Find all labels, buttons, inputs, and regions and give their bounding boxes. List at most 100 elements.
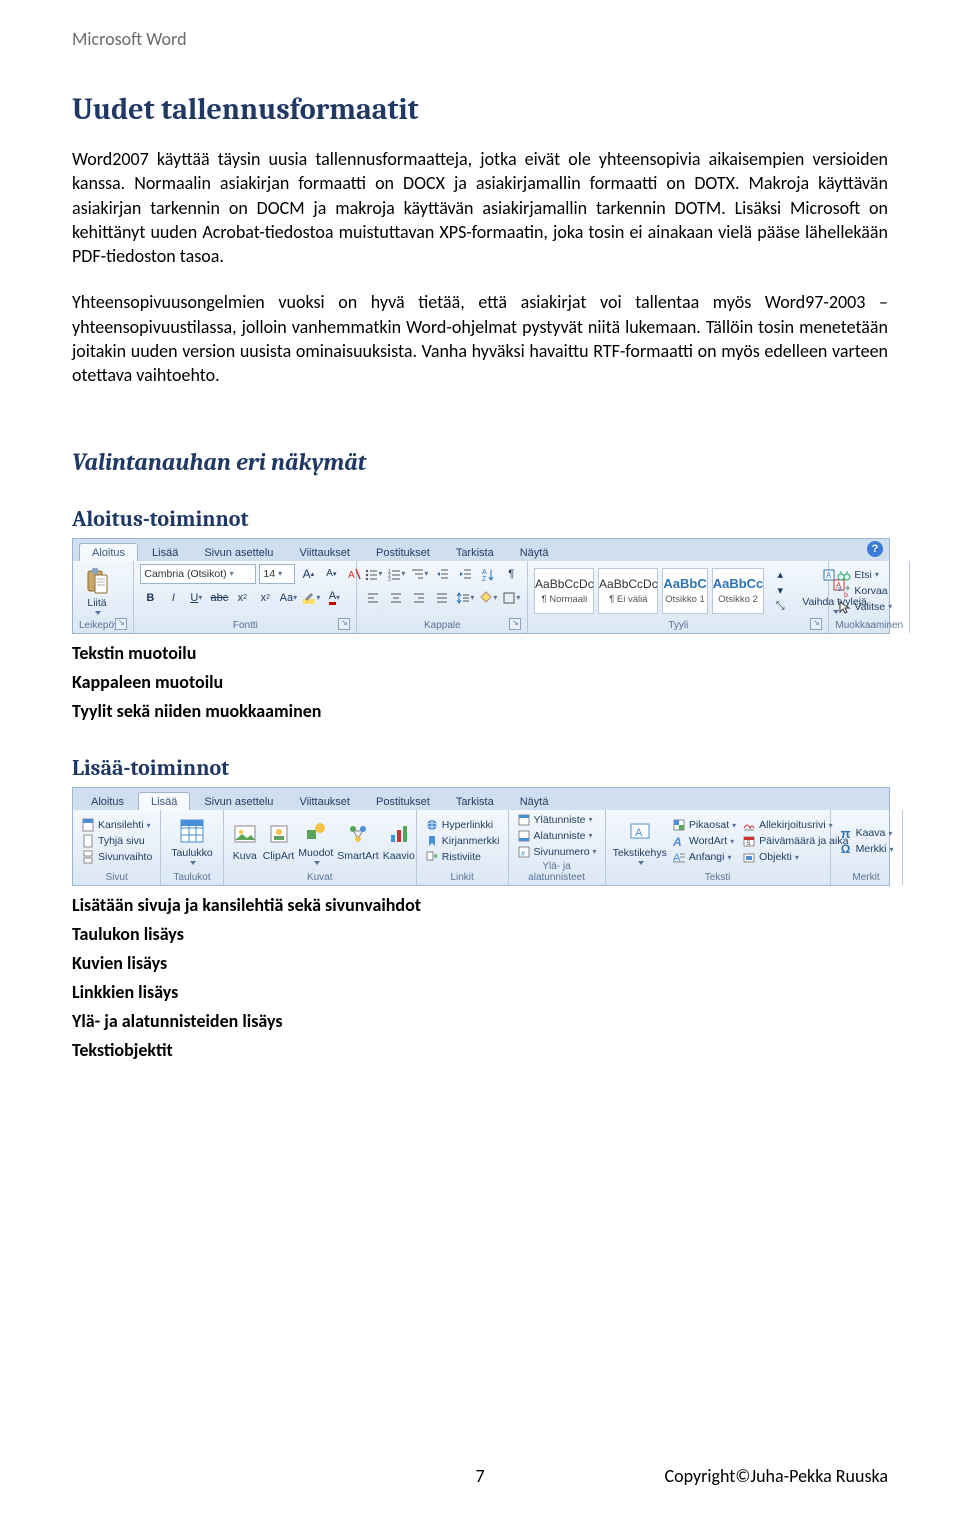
indent-decrease-icon[interactable] — [432, 564, 452, 584]
tab-postitukset[interactable]: Postitukset — [364, 544, 442, 561]
svg-text:a: a — [838, 586, 842, 593]
svg-text:b: b — [844, 592, 848, 598]
line-spacing-icon[interactable]: ▾ — [455, 588, 475, 608]
numbering-icon[interactable]: 123▾ — [386, 564, 406, 584]
multilevel-icon[interactable]: ▾ — [409, 564, 429, 584]
clipart-icon — [265, 820, 293, 848]
style-eivali[interactable]: AaBbCcDc¶ Ei väliä — [598, 568, 658, 614]
svg-text:3: 3 — [388, 577, 391, 581]
font-family-select[interactable]: Cambria (Otsikot)▾ — [140, 564, 256, 584]
bullets-icon[interactable]: ▾ — [363, 564, 383, 584]
page-number: 7 — [475, 1465, 484, 1487]
change-case-icon[interactable]: Aa▾ — [278, 588, 298, 608]
svg-text:A: A — [348, 570, 355, 581]
wordart-icon: A — [672, 834, 686, 848]
table-button[interactable]: Taulukko — [167, 815, 216, 867]
symbol-button[interactable]: ΩMerkki▾ — [837, 842, 896, 856]
tab-sivun-asettelu[interactable]: Sivun asettelu — [192, 793, 285, 810]
paste-button[interactable]: Liitä — [79, 565, 115, 617]
justify-icon[interactable] — [432, 588, 452, 608]
grow-font-icon[interactable]: A▴ — [298, 564, 318, 584]
equation-button[interactable]: πKaava▾ — [837, 826, 896, 840]
style-otsikko1[interactable]: AaBbCOtsikko 1 — [662, 568, 707, 614]
textbox-button[interactable]: ATekstikehys — [612, 815, 668, 867]
header-button[interactable]: Ylätunniste▾ — [515, 813, 599, 827]
align-right-icon[interactable] — [409, 588, 429, 608]
tab-nayta[interactable]: Näytä — [508, 544, 561, 561]
hyperlink-button[interactable]: Hyperlinkki — [423, 818, 502, 832]
crossref-button[interactable]: Ristiviite — [423, 850, 502, 864]
page-header: Microsoft Word — [72, 28, 187, 50]
dialog-launcher[interactable]: ↘ — [338, 618, 350, 630]
dropcap-button[interactable]: AAnfangi▾ — [670, 850, 738, 864]
dialog-launcher[interactable]: ↘ — [810, 618, 822, 630]
sort-icon[interactable]: AZ — [478, 564, 498, 584]
styles-expand[interactable]: ⤡ — [770, 600, 790, 614]
signature-icon — [742, 818, 756, 832]
tab-lisaa[interactable]: Lisää — [140, 544, 190, 561]
shapes-button[interactable]: Muodot — [297, 815, 334, 867]
align-left-icon[interactable] — [363, 588, 383, 608]
shrink-font-icon[interactable]: A▾ — [321, 564, 341, 584]
quickparts-button[interactable]: Pikaosat▾ — [670, 818, 738, 832]
tab-aloitus[interactable]: Aloitus — [79, 543, 138, 561]
object-icon — [742, 850, 756, 864]
clipart-button[interactable]: ClipArt — [262, 818, 296, 864]
smartart-icon — [344, 820, 372, 848]
pagenumber-button[interactable]: #Sivunumero▾ — [515, 845, 599, 859]
smartart-button[interactable]: SmartArt — [336, 818, 379, 864]
shading-icon[interactable]: ▾ — [478, 588, 498, 608]
superscript-icon[interactable]: x2 — [255, 588, 275, 608]
bold-icon[interactable]: B — [140, 588, 160, 608]
replace-button[interactable]: abKorvaa — [835, 584, 894, 598]
replace-icon: ab — [837, 584, 851, 598]
bullets-lisaa: Lisätään sivuja ja kansilehtiä sekä sivu… — [72, 892, 888, 1064]
underline-icon[interactable]: U▾ — [186, 588, 206, 608]
select-button[interactable]: Valitse▾ — [835, 600, 894, 614]
blankpage-icon — [81, 834, 95, 848]
picture-button[interactable]: Kuva — [230, 818, 260, 864]
strike-icon[interactable]: abc — [209, 588, 229, 608]
tab-postitukset[interactable]: Postitukset — [364, 793, 442, 810]
tab-aloitus[interactable]: Aloitus — [79, 793, 136, 810]
borders-icon[interactable]: ▾ — [501, 588, 521, 608]
blank-page-button[interactable]: Tyhjä sivu — [79, 834, 154, 848]
paste-icon — [83, 567, 111, 595]
page-break-button[interactable]: Sivunvaihto — [79, 850, 154, 864]
footer-button[interactable]: Alatunniste▾ — [515, 829, 599, 843]
table-icon — [178, 817, 206, 845]
font-size-select[interactable]: 14▾ — [259, 564, 295, 584]
dialog-launcher[interactable]: ↘ — [115, 618, 127, 630]
find-button[interactable]: Etsi▾ — [835, 568, 894, 582]
shapes-icon — [302, 817, 330, 845]
dialog-launcher[interactable]: ↘ — [509, 618, 521, 630]
bookmark-button[interactable]: Kirjanmerkki — [423, 834, 502, 848]
tab-viittaukset[interactable]: Viittaukset — [287, 544, 362, 561]
help-icon[interactable]: ? — [867, 541, 883, 557]
cover-page-button[interactable]: Kansilehti▾ — [79, 818, 154, 832]
wordart-button[interactable]: AWordArt▾ — [670, 834, 738, 848]
styles-scroll-up[interactable]: ▴ — [770, 568, 790, 582]
crossref-icon — [425, 850, 439, 864]
align-center-icon[interactable] — [386, 588, 406, 608]
italic-icon[interactable]: I — [163, 588, 183, 608]
tab-lisaa[interactable]: Lisää — [138, 792, 190, 810]
tab-sivun-asettelu[interactable]: Sivun asettelu — [192, 544, 285, 561]
subscript-icon[interactable]: x2 — [232, 588, 252, 608]
style-otsikko2[interactable]: AaBbCcOtsikko 2 — [712, 568, 765, 614]
font-color-icon[interactable]: A▾ — [324, 588, 344, 608]
paragraph-2: Yhteensopivuusongelmien vuoksi on hyvä t… — [72, 290, 888, 387]
show-marks-icon[interactable]: ¶ — [501, 564, 521, 584]
highlight-icon[interactable]: ▾ — [301, 588, 321, 608]
tab-viittaukset[interactable]: Viittaukset — [287, 793, 362, 810]
indent-increase-icon[interactable] — [455, 564, 475, 584]
cursor-icon — [837, 600, 851, 614]
omega-icon: Ω — [839, 842, 853, 856]
styles-scroll-down[interactable]: ▾ — [770, 584, 790, 598]
calendar-icon: 5 — [742, 834, 756, 848]
tab-tarkista[interactable]: Tarkista — [444, 793, 506, 810]
chart-button[interactable]: Kaavio — [382, 818, 416, 864]
tab-tarkista[interactable]: Tarkista — [444, 544, 506, 561]
style-normaali[interactable]: AaBbCcDc¶ Normaali — [534, 568, 594, 614]
tab-nayta[interactable]: Näytä — [508, 793, 561, 810]
